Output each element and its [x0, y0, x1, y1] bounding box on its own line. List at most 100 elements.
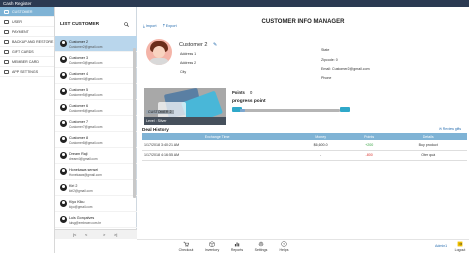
customer-row[interactable]: Customer 4 Customer4@gmail.com — [55, 68, 137, 84]
column-header[interactable]: Money — [292, 133, 349, 140]
left-nav: CUSTOMER USER PAYMENT BACKUP AND RESTORE… — [0, 7, 55, 253]
user-icon — [4, 20, 9, 24]
customer-row[interactable]: Customer 7 Customer7@gmail.com — [55, 116, 137, 132]
pager-prev-button[interactable]: < — [85, 232, 87, 237]
customer-name: Customer 5 — [69, 87, 89, 92]
points-progress-bar — [240, 109, 340, 112]
state: State — [321, 48, 330, 52]
customer-email: Customer5@gmail.com — [69, 92, 103, 97]
avatar — [60, 120, 67, 127]
customer-email: kiyo@gmail.com — [69, 204, 93, 209]
customer-row[interactable]: Customer 8 Customer8@gmail.com — [55, 132, 137, 148]
bottom-toolbar: Checkout Inventory Reports Settings ? He… — [137, 239, 469, 253]
customer-row[interactable]: Kiyo Kiku kiyo@gmail.com — [55, 196, 137, 212]
customer-list: Customer 2 Customer2@gmail.com Customer … — [55, 36, 137, 228]
nav-item-label: BACKUP AND RESTORE — [12, 40, 54, 44]
edit-icon[interactable]: ✎ — [213, 42, 217, 48]
deal-history-table: Exchange Time Money Points Details 1/17/… — [142, 133, 467, 161]
points-value: 0 — [250, 90, 253, 95]
cart-icon — [183, 241, 189, 247]
customer-email: kiri2@gmail.com — [69, 188, 93, 193]
customer-email: Customer8@gmail.com — [69, 140, 103, 145]
helps-button[interactable]: ? Helps — [273, 241, 295, 252]
search-icon[interactable] — [124, 22, 129, 27]
pager-last-button[interactable]: >| — [114, 232, 117, 237]
nav-item-gift-cards[interactable]: GIFT CARDS — [0, 47, 54, 57]
nav-item-member-card[interactable]: MEMBER CARD — [0, 57, 54, 67]
inventory-button[interactable]: Inventory — [201, 241, 223, 252]
bottom-item-label: Checkout — [178, 247, 194, 252]
points-progress-fill — [240, 109, 245, 112]
nav-item-app-settings[interactable]: APP SETTINGS — [0, 67, 54, 77]
customer-row[interactable]: Luis Gonçalves luisg@embraer.com.br — [55, 212, 137, 228]
column-header[interactable]: Points — [348, 133, 390, 140]
customer-row[interactable]: Customer 3 Customer3@gmail.com — [55, 52, 137, 68]
bottom-item-label: Reports — [230, 247, 244, 252]
column-header[interactable]: Details — [389, 133, 467, 140]
customer-row[interactable]: Honekawa sensei Honekawa@gmail.com — [55, 164, 137, 180]
progress-label: progress point — [232, 99, 266, 104]
nav-item-label: CUSTOMER — [12, 10, 33, 14]
card-icon — [4, 60, 9, 64]
address2: Address 2 — [180, 61, 197, 65]
phone: Phone — [321, 76, 332, 80]
customer-row[interactable]: Dream Raji dream4@gmail.com — [55, 148, 137, 164]
gift-icon: ✉ — [439, 127, 442, 131]
table-row[interactable]: 1/17/2018 3:40:21 AM $6,600.0 +200 Buy p… — [142, 140, 467, 151]
customer-list-panel: LIST CUSTOMER Customer 2 Customer2@gmail… — [55, 7, 137, 239]
nav-item-payment[interactable]: PAYMENT — [0, 27, 54, 37]
customer-email: Customer2@gmail.com — [69, 44, 103, 49]
customer-email: Customer6@gmail.com — [69, 108, 103, 113]
avatar — [60, 152, 67, 159]
list-pager: |< < > >| — [55, 229, 137, 239]
money: - — [292, 150, 349, 161]
exchange-time: 1/17/2018 4:16:55 AM — [142, 150, 293, 161]
customer-name: Kiri 2 — [69, 183, 78, 188]
customer-name: Dream Raji — [69, 151, 88, 156]
customer-row[interactable]: Customer 5 Customer5@gmail.com — [55, 84, 137, 100]
gear-icon — [4, 70, 9, 74]
list-title: LIST CUSTOMER — [60, 22, 100, 27]
customer-name: Customer 3 — [69, 55, 89, 60]
nav-item-label: MEMBER CARD — [12, 60, 39, 64]
pager-next-button[interactable]: > — [103, 232, 105, 237]
list-scrollbar[interactable] — [133, 48, 136, 198]
customer-email: Customer4@gmail.com — [69, 76, 103, 81]
nav-item-label: USER — [12, 20, 22, 24]
gift-icon — [4, 50, 9, 54]
review-gifts-label: Review gifts — [442, 127, 462, 131]
pager-first-button[interactable]: |< — [73, 232, 76, 237]
avatar — [60, 184, 67, 191]
exchange-time: 1/17/2018 3:40:21 AM — [142, 140, 293, 151]
logout-button[interactable]: Logout — [453, 241, 467, 252]
customer-row[interactable]: Customer 2 Customer2@gmail.com — [55, 36, 137, 52]
settings-button[interactable]: Settings — [250, 241, 272, 252]
nav-item-label: APP SETTINGS — [12, 70, 39, 74]
gear-icon — [258, 241, 264, 247]
customer-name: Customer 8 — [69, 135, 89, 140]
review-gifts-link[interactable]: ✉ Review gifts — [439, 127, 461, 131]
customer-name: Honekawa sensei — [69, 167, 99, 172]
address1: Address 1 — [180, 52, 197, 56]
nav-item-label: PAYMENT — [12, 30, 29, 34]
bottom-item-label: Helps — [279, 247, 289, 252]
customer-row[interactable]: Kiri 2 kiri2@gmail.com — [55, 180, 137, 196]
checkout-button[interactable]: Checkout — [175, 241, 197, 252]
nav-item-user[interactable]: USER — [0, 17, 54, 27]
window-titlebar: Cash Register — [0, 0, 469, 7]
nav-item-label: GIFT CARDS — [12, 50, 34, 54]
nav-item-backup-restore[interactable]: BACKUP AND RESTORE — [0, 37, 54, 47]
database-icon — [4, 40, 9, 44]
avatar — [60, 88, 67, 95]
member-card: CUSTOMER 2 Level : Silver — [144, 88, 226, 125]
table-row[interactable]: 1/17/2018 4:16:55 AM - -800 Oter quà — [142, 150, 467, 161]
avatar — [60, 104, 67, 111]
email: Email: Customer2@gmail.com — [321, 67, 370, 71]
nav-item-customer[interactable]: CUSTOMER — [0, 7, 54, 17]
customer-row[interactable]: Customer 6 Customer6@gmail.com — [55, 100, 137, 116]
reports-button[interactable]: Reports — [226, 241, 248, 252]
bottom-item-label: Inventory — [204, 247, 220, 252]
city: City — [180, 70, 187, 74]
column-header[interactable]: Exchange Time — [142, 133, 293, 140]
help-icon: ? — [281, 241, 287, 247]
